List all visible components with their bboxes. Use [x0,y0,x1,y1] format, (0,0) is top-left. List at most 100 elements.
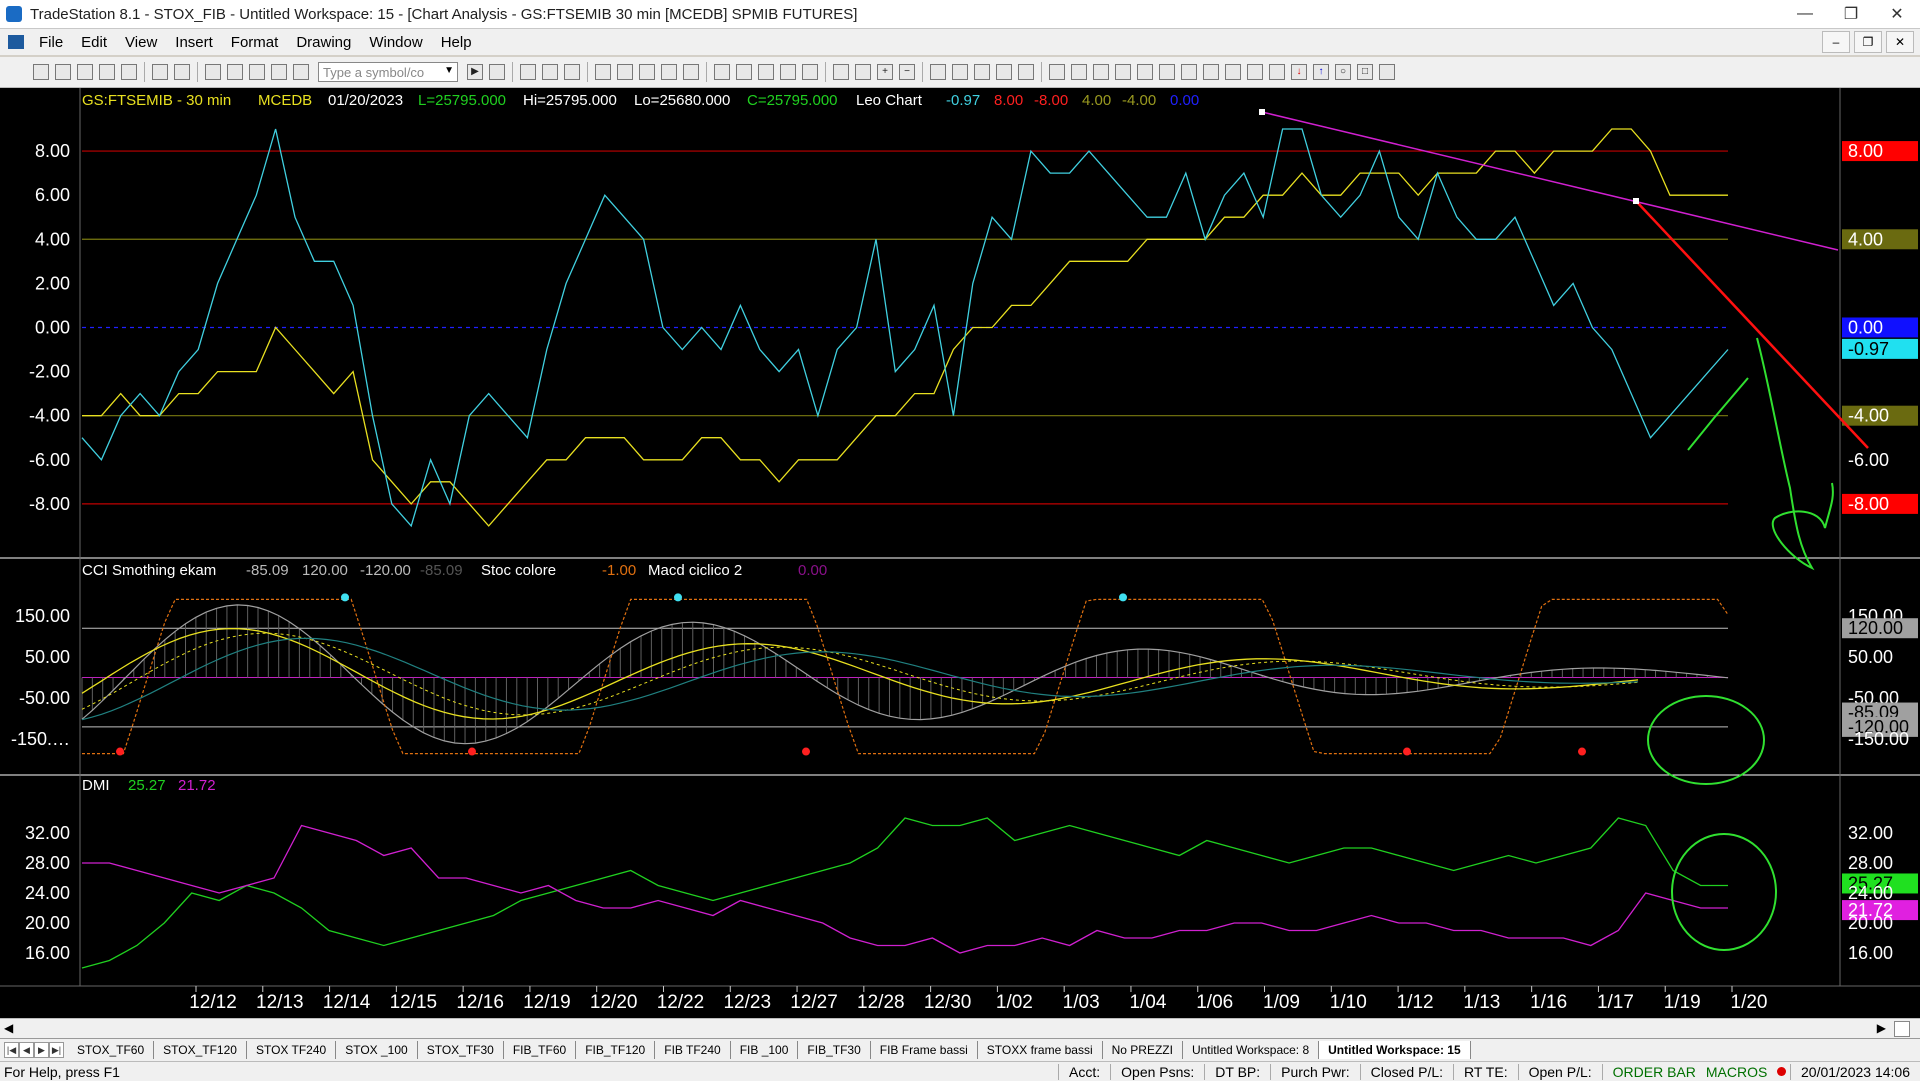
freehand-icon[interactable] [1269,64,1285,80]
print-preview-icon[interactable] [174,64,190,80]
tab-workspace[interactable]: FIB TF240 [655,1041,731,1059]
menu-insert[interactable]: Insert [166,34,222,51]
scroll-thumb[interactable] [1894,1021,1910,1037]
trendline-handle[interactable] [1259,109,1265,115]
tile-icon[interactable] [683,64,699,80]
scroll-right-icon[interactable]: ▶ [1877,1021,1886,1035]
zoom-in-icon[interactable]: + [877,64,893,80]
indicator-icon[interactable] [714,64,730,80]
red-trendline-handle[interactable] [1633,198,1639,204]
red-trendline[interactable] [1635,200,1869,449]
go-arrow-icon[interactable]: ▶ [467,64,483,80]
ellipse-icon[interactable]: ○ [1335,64,1351,80]
scroll-left-icon[interactable]: ◀ [4,1021,13,1035]
tab-workspace[interactable]: FIB Frame bassi [871,1041,978,1059]
new-icon[interactable] [33,64,49,80]
candle-icon[interactable] [780,64,796,80]
link-icon[interactable] [595,64,611,80]
magenta-trendline[interactable] [1261,111,1839,251]
tab-workspace[interactable]: STOX_TF30 [418,1041,504,1059]
macros-button[interactable]: MACROS [1706,1064,1777,1080]
order-icon[interactable] [617,64,633,80]
grid-icon[interactable] [564,64,580,80]
bar-spacing-icon[interactable] [833,64,849,80]
close-button[interactable]: ✕ [1874,0,1920,28]
horizontal-line-icon[interactable] [1071,64,1087,80]
mdi-restore-button[interactable]: ❐ [1854,31,1882,53]
menu-view[interactable]: View [116,34,166,51]
open-icon[interactable] [77,64,93,80]
order-bar-button[interactable]: ORDER BAR [1601,1063,1706,1080]
menu-drawing[interactable]: Drawing [287,34,360,51]
menu-window[interactable]: Window [360,34,431,51]
trendline-icon[interactable] [1049,64,1065,80]
bar-chart-icon[interactable] [758,64,774,80]
format-icon[interactable] [996,64,1012,80]
snap-icon[interactable] [1018,64,1034,80]
green-circle-cci[interactable] [1647,695,1765,785]
strategy-icon[interactable] [736,64,752,80]
window-icon[interactable] [661,64,677,80]
menu-format[interactable]: Format [222,34,288,51]
tools-icon[interactable] [974,64,990,80]
drag-icon[interactable] [952,64,968,80]
symbol-input[interactable]: Type a symbol/co ▼ [318,62,458,82]
new-chart-icon[interactable] [55,64,71,80]
mdi-close-button[interactable]: ✕ [1886,31,1914,53]
options-icon[interactable] [639,64,655,80]
chart-icon[interactable] [520,64,536,80]
menu-help[interactable]: Help [432,34,481,51]
mdi-minimize-button[interactable]: – [1822,31,1850,53]
menu-file[interactable]: File [30,34,72,51]
tab-workspace[interactable]: FIB_TF30 [798,1041,871,1059]
tab-workspace[interactable]: FIB _100 [731,1041,799,1059]
channel-icon[interactable] [1115,64,1131,80]
fibonacci-icon[interactable] [1093,64,1109,80]
maximize-button[interactable]: ❐ [1828,0,1874,28]
arrow-line-icon[interactable] [1181,64,1197,80]
tab-next-icon[interactable]: ▶ [34,1042,49,1058]
minimize-button[interactable]: — [1782,0,1828,28]
tab-workspace[interactable]: FIB_TF60 [504,1041,577,1059]
radar-icon[interactable] [542,64,558,80]
paste-icon[interactable] [227,64,243,80]
down-arrow-icon[interactable]: ↓ [1291,64,1307,80]
chart-canvas[interactable]: GS:FTSEMIB - 30 min MCEDB 01/20/2023 L=2… [0,88,1920,1018]
tab-workspace[interactable]: STOXX frame bassi [978,1041,1103,1059]
tab-workspace[interactable]: No PREZZI [1103,1041,1183,1059]
green-circle-dmi[interactable] [1671,833,1777,951]
chart-window-icon[interactable] [8,35,24,49]
green-drawn-line[interactable] [1687,377,1749,451]
folder-icon[interactable] [121,64,137,80]
tab-last-icon[interactable]: ▶| [49,1042,64,1058]
up-arrow-icon[interactable]: ↑ [1313,64,1329,80]
save-icon[interactable] [99,64,115,80]
speed-lines-icon[interactable] [1159,64,1175,80]
tab-workspace[interactable]: Untitled Workspace: 8 [1183,1041,1320,1059]
globe-icon[interactable] [293,64,309,80]
zoom-out-icon[interactable]: − [899,64,915,80]
symbol-lookup-icon[interactable] [489,64,505,80]
chart-horizontal-scrollbar[interactable]: ◀ ▶ [0,1018,1920,1039]
pointer-icon[interactable] [930,64,946,80]
data-window-icon[interactable] [802,64,818,80]
copy-icon[interactable] [205,64,221,80]
chart-analysis-window[interactable]: GS:FTSEMIB - 30 min MCEDB 01/20/2023 L=2… [0,88,1920,1018]
tab-first-icon[interactable]: |◀ [4,1042,19,1058]
lock-icon[interactable] [249,64,265,80]
workspace-icon[interactable] [271,64,287,80]
tab-workspace[interactable]: FIB_TF120 [576,1041,656,1059]
text-icon[interactable] [1379,64,1395,80]
gann-icon[interactable] [1137,64,1153,80]
time-zone-icon[interactable] [1247,64,1263,80]
print-icon[interactable] [152,64,168,80]
tab-prev-icon[interactable]: ◀ [19,1042,34,1058]
menu-edit[interactable]: Edit [72,34,116,51]
pencil-icon[interactable] [1203,64,1219,80]
rectangle-icon[interactable]: □ [1357,64,1373,80]
tab-workspace[interactable]: STOX_TF60 [68,1041,155,1059]
arc-icon[interactable] [1225,64,1241,80]
chevron-down-icon[interactable]: ▼ [444,65,454,76]
tab-workspace[interactable]: STOX_TF120 [154,1041,247,1059]
tab-workspace[interactable]: STOX TF240 [247,1041,337,1059]
